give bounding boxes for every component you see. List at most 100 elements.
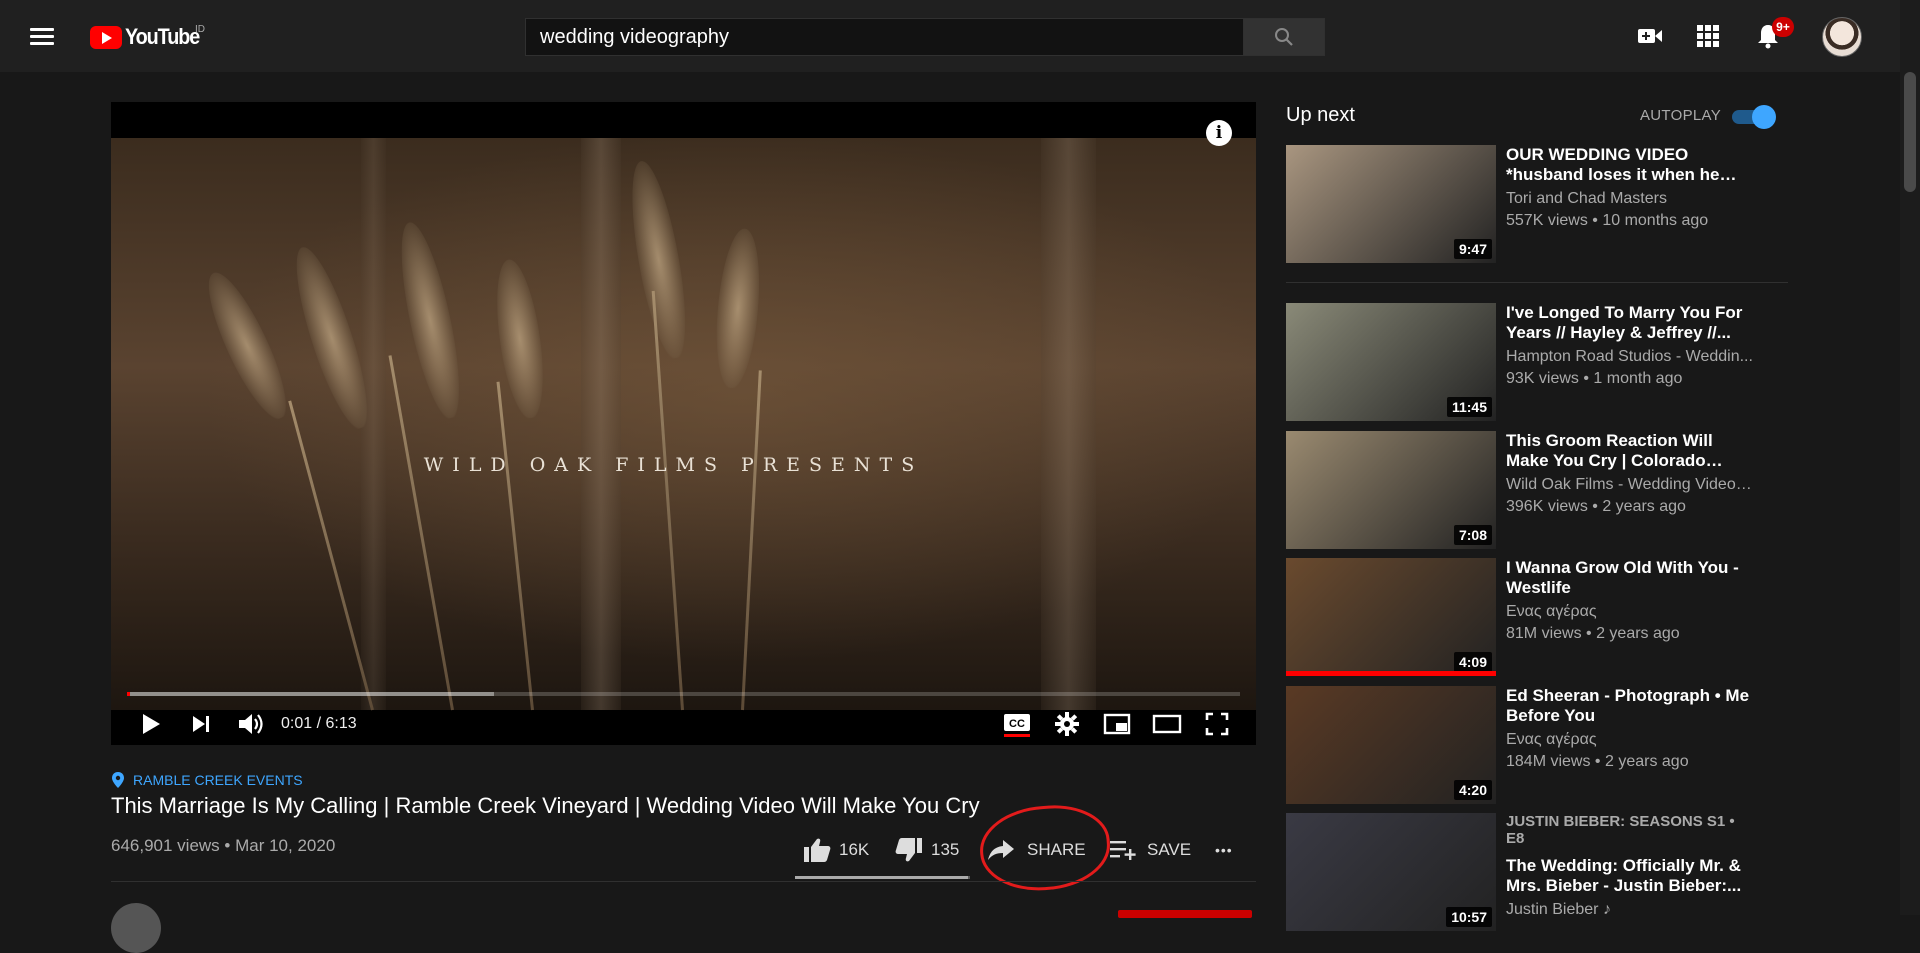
autoplay-toggle[interactable] — [1732, 104, 1778, 129]
channel-avatar[interactable] — [111, 903, 161, 953]
video-thumbnail[interactable]: 4:20 — [1286, 686, 1496, 804]
search-input[interactable]: wedding videography — [525, 18, 1245, 56]
account-avatar[interactable] — [1822, 17, 1862, 57]
dislike-count: 135 — [931, 840, 960, 859]
video-duration: 4:09 — [1453, 652, 1492, 672]
view-count: 557K views — [1506, 212, 1588, 229]
watched-progress — [1286, 671, 1496, 676]
divider — [1286, 282, 1788, 283]
up-next-item[interactable]: 9:47 OUR WEDDING VIDEO *husband loses it … — [1286, 145, 1788, 263]
divider — [111, 881, 1256, 882]
view-info: 646,901 views • Mar 10, 2020 — [111, 836, 336, 855]
up-next-title[interactable]: I Wanna Grow Old With You - Westlife — [1506, 558, 1756, 598]
video-duration: 7:08 — [1453, 525, 1492, 545]
search-icon — [1275, 28, 1293, 46]
up-next-title[interactable]: OUR WEDDING VIDEO *husband loses it when… — [1506, 145, 1756, 185]
video-meta: 184M views • 2 years ago — [1506, 753, 1776, 771]
sentiment-bar — [795, 876, 970, 879]
menu-icon[interactable] — [30, 24, 60, 48]
upload-age: 1 month ago — [1593, 370, 1683, 387]
up-next-item[interactable]: 7:08 This Groom Reaction Will Make You Cr… — [1286, 431, 1788, 549]
progress-bar[interactable] — [127, 692, 1240, 696]
video-thumbnail[interactable]: 10:57 — [1286, 813, 1496, 931]
captions-icon[interactable]: CC — [995, 704, 1039, 744]
search-query: wedding videography — [540, 25, 730, 48]
up-next-title[interactable]: This Groom Reaction Will Make You Cry | … — [1506, 431, 1756, 471]
like-button[interactable]: 16K — [803, 832, 869, 868]
thumbs-up-icon — [804, 838, 831, 862]
series-label: JUSTIN BIEBER: SEASONS S1 • E8 — [1506, 813, 1735, 847]
fullscreen-icon[interactable] — [1195, 704, 1239, 744]
settings-gear-icon[interactable] — [1045, 704, 1089, 744]
up-next-item[interactable]: 10:57 JUSTIN BIEBER: SEASONS S1 • E8 The W… — [1286, 813, 1788, 931]
grass-plume — [195, 264, 300, 427]
apps-grid-icon[interactable] — [1694, 22, 1722, 50]
subscribe-button[interactable] — [1118, 910, 1252, 918]
grass-plume — [711, 226, 765, 390]
location-pin-icon — [112, 772, 124, 788]
channel-name[interactable]: Justin Bieber ♪ — [1506, 901, 1756, 919]
upload-age: 2 years ago — [1604, 753, 1689, 770]
upload-age: 2 years ago — [1602, 498, 1686, 515]
youtube-play-icon — [90, 25, 122, 49]
scrollbar[interactable] — [1900, 0, 1920, 915]
create-video-icon[interactable] — [1636, 22, 1664, 50]
up-next-item[interactable]: 11:45 I've Longed To Marry You For Years … — [1286, 303, 1788, 421]
search-button[interactable] — [1243, 18, 1325, 56]
channel-name[interactable]: Ενας αγέρας — [1506, 731, 1756, 749]
save-button[interactable]: SAVE — [1109, 832, 1191, 868]
up-next-item[interactable]: 4:20 Ed Sheeran - Photograph • Me Before … — [1286, 686, 1788, 804]
channel-name[interactable]: Ενας αγέρας — [1506, 603, 1756, 621]
miniplayer-icon[interactable] — [1095, 704, 1139, 744]
play-icon[interactable] — [131, 704, 171, 744]
background-tree — [1041, 138, 1096, 710]
up-next-item[interactable]: 4:09 I Wanna Grow Old With You - Westlife… — [1286, 558, 1788, 676]
next-icon[interactable] — [181, 704, 221, 744]
upload-age: 2 years ago — [1596, 625, 1680, 642]
video-thumbnail[interactable]: 11:45 — [1286, 303, 1496, 421]
separator: • — [1581, 625, 1597, 642]
youtube-logo[interactable]: YouTube — [90, 24, 207, 50]
video-player[interactable]: WILD OAK FILMS PRESENTS i 0:01 / 6:13 CC — [111, 102, 1256, 745]
view-count: 184M views — [1506, 753, 1591, 770]
up-next-title[interactable]: I've Longed To Marry You For Years // Ha… — [1506, 303, 1756, 343]
video-duration: 10:57 — [1446, 907, 1492, 927]
channel-name[interactable]: Wild Oak Films - Wedding Video, ... — [1506, 476, 1756, 494]
grass-stem — [741, 370, 762, 711]
player-controls: 0:01 / 6:13 CC — [111, 704, 1256, 745]
progress-played — [127, 692, 131, 696]
grass-plume — [621, 157, 696, 362]
channel-name[interactable]: Hampton Road Studios - Weddin... — [1506, 348, 1756, 366]
sentiment-like-fill — [795, 876, 969, 879]
video-meta: 557K views • 10 months ago — [1506, 212, 1776, 230]
view-count: 93K views — [1506, 370, 1579, 387]
up-next-title[interactable]: The Wedding: Officially Mr. & Mrs. Biebe… — [1506, 856, 1756, 896]
theater-mode-icon[interactable] — [1145, 704, 1189, 744]
more-actions-icon[interactable]: ••• — [1215, 832, 1233, 868]
volume-icon[interactable] — [229, 704, 273, 744]
video-duration: 11:45 — [1446, 397, 1492, 417]
dislike-button[interactable]: 135 — [895, 832, 959, 868]
thumbs-down-icon — [895, 838, 922, 862]
video-meta: 396K views • 2 years ago — [1506, 498, 1776, 516]
share-button[interactable]: SHARE — [987, 832, 1086, 868]
progress-loaded — [127, 692, 495, 696]
playlist-add-icon — [1110, 841, 1136, 860]
video-thumbnail[interactable]: 9:47 — [1286, 145, 1496, 263]
video-frame[interactable]: WILD OAK FILMS PRESENTS — [111, 138, 1256, 711]
video-thumbnail[interactable]: 7:08 — [1286, 431, 1496, 549]
video-meta: 81M views • 2 years ago — [1506, 625, 1776, 643]
autoplay-label: AUTOPLAY — [1640, 107, 1722, 124]
up-next-title[interactable]: Ed Sheeran - Photograph • Me Before You — [1506, 686, 1756, 726]
save-label: SAVE — [1147, 840, 1192, 859]
separator: • — [1578, 370, 1594, 387]
video-title: This Marriage Is My Calling | Ramble Cre… — [111, 793, 980, 818]
scrollbar-thumb[interactable] — [1904, 72, 1916, 192]
svg-text:CC: CC — [1009, 718, 1025, 730]
location-link[interactable]: RAMBLE CREEK EVENTS — [111, 772, 303, 788]
info-icon[interactable]: i — [1206, 120, 1232, 146]
video-thumbnail[interactable]: 4:09 — [1286, 558, 1496, 676]
channel-name[interactable]: Tori and Chad Masters — [1506, 190, 1756, 208]
grass-stem — [496, 381, 534, 711]
video-duration: 9:47 — [1453, 239, 1492, 259]
